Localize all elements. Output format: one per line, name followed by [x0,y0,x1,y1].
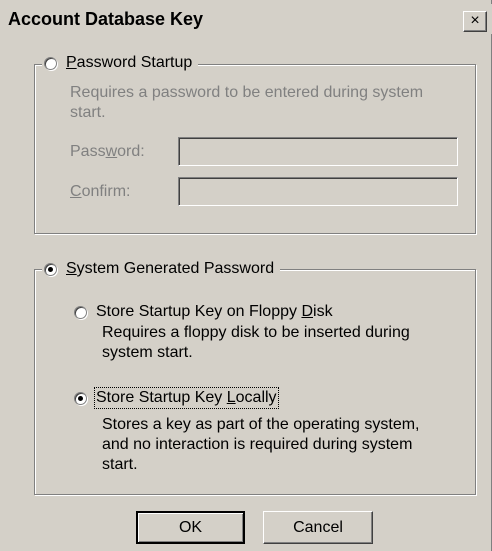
floppy-disk-description: Requires a floppy disk to be inserted du… [102,324,410,361]
system-generated-radio[interactable]: System Generated Password [42,258,281,280]
floppy-disk-radio-button[interactable] [74,305,87,319]
floppy-disk-option[interactable]: Store Startup Key on Floppy Disk [74,302,333,322]
account-database-key-dialog: Account Database Key × Password Startup … [0,0,492,551]
confirm-field[interactable] [178,177,458,206]
password-startup-label: Password Startup [66,54,193,71]
close-icon: × [470,12,480,29]
password-field-label: Password: [70,143,145,160]
password-startup-radio[interactable]: Password Startup [42,52,199,74]
ok-button[interactable]: OK [136,511,245,544]
cancel-button-label: Cancel [293,519,343,536]
store-locally-description: Stores a key as part of the operating sy… [102,416,420,473]
password-startup-description: Requires a password to be entered during… [70,84,424,121]
window-title: Account Database Key [8,9,204,29]
cancel-button[interactable]: Cancel [263,511,373,544]
floppy-disk-label: Store Startup Key on Floppy Disk [96,303,333,320]
password-field[interactable] [178,137,458,166]
store-locally-label: Store Startup Key Locally [94,387,279,409]
store-locally-option[interactable]: Store Startup Key Locally [74,387,279,409]
close-button[interactable]: × [463,11,487,32]
system-generated-label: System Generated Password [66,260,275,277]
confirm-field-label: Confirm: [70,183,131,200]
password-startup-radio-button[interactable] [44,56,57,70]
system-generated-radio-button[interactable] [44,262,57,276]
ok-button-label: OK [178,519,203,536]
store-locally-radio-button[interactable] [74,391,87,405]
title-bar[interactable]: Account Database Key × [0,4,492,34]
